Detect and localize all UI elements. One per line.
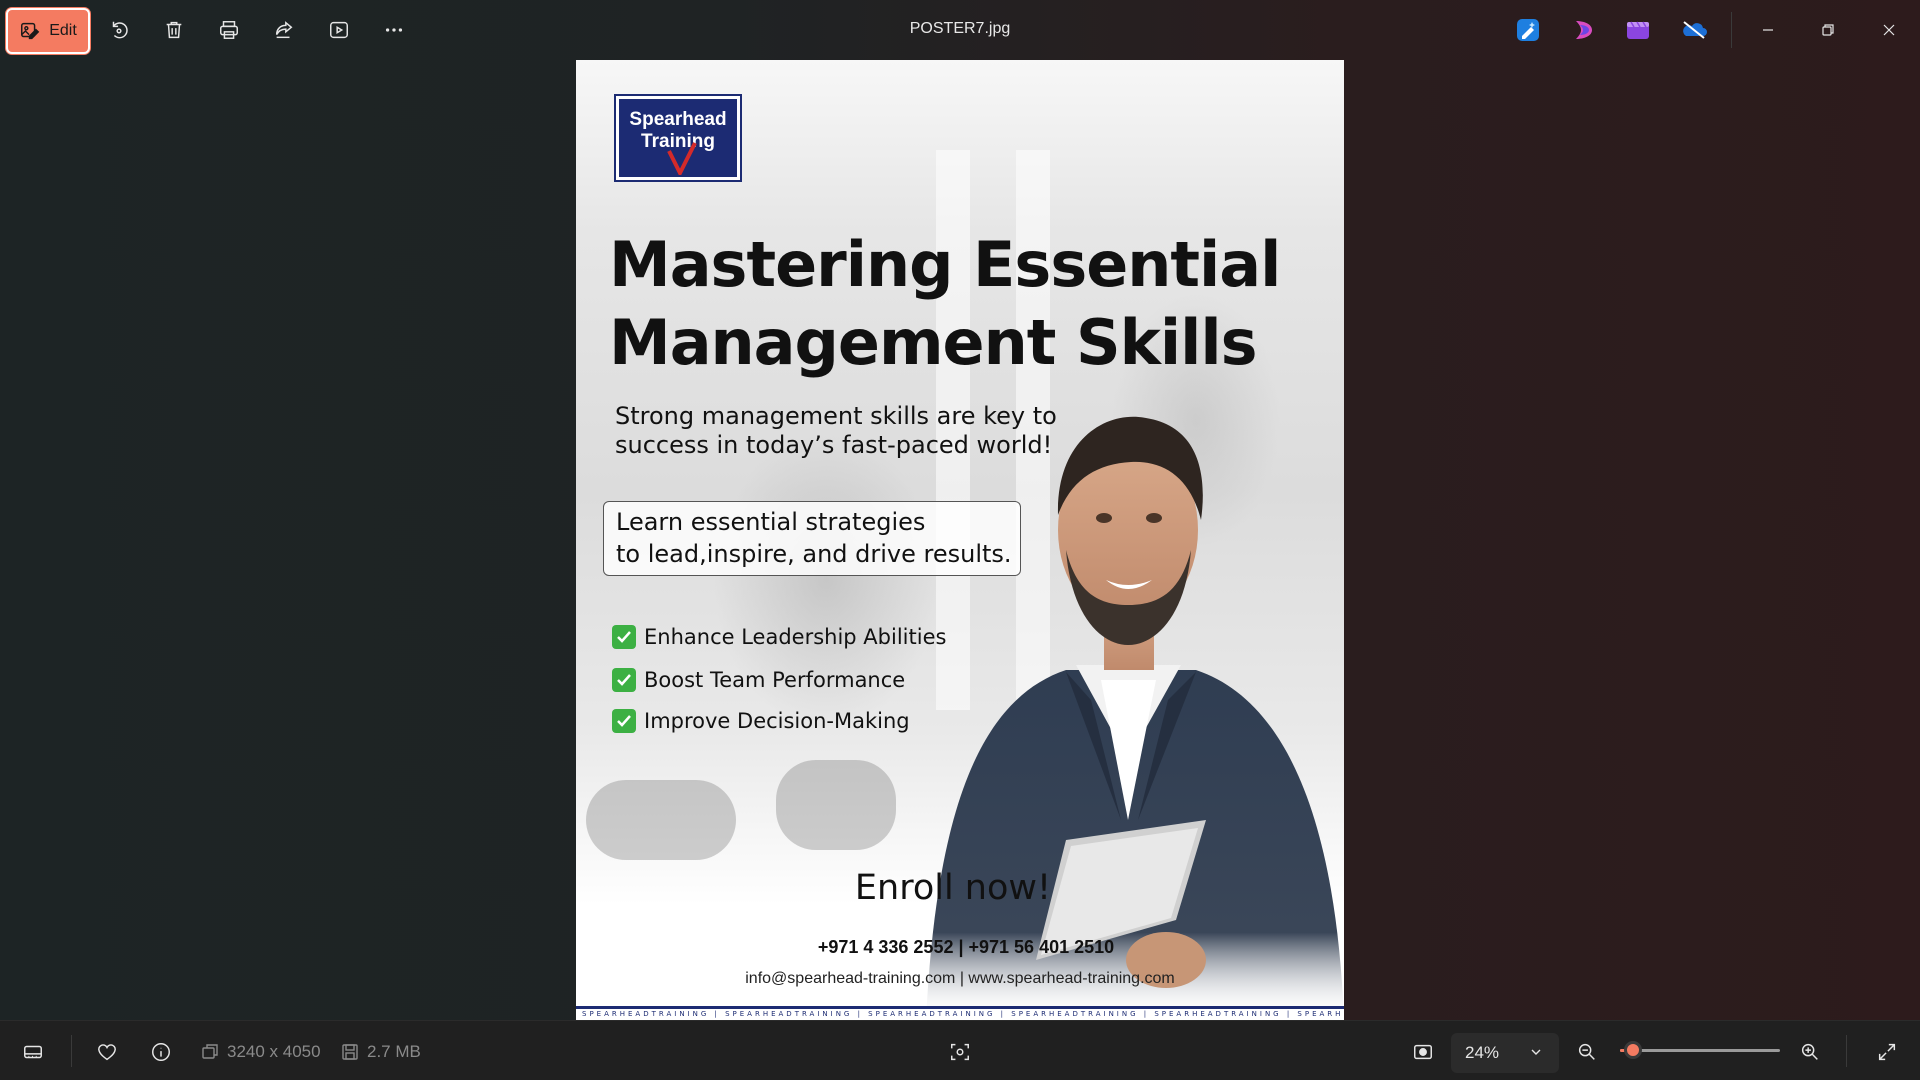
zoom-level-text: 24% xyxy=(1465,1043,1500,1062)
file-info-button[interactable] xyxy=(139,1030,183,1074)
delete-button[interactable] xyxy=(152,8,196,52)
benefit-item: Improve Decision-Making xyxy=(612,706,910,736)
green-check-icon xyxy=(612,709,636,733)
fit-to-window-button[interactable] xyxy=(1401,1030,1445,1074)
image-dimensions: 3240 x 4050 xyxy=(201,1042,321,1062)
background-chair xyxy=(776,760,896,850)
status-separator xyxy=(71,1035,72,1067)
benefit-item: Boost Team Performance xyxy=(612,665,905,695)
visual-search-icon xyxy=(951,1043,969,1061)
benefit-text: Enhance Leadership Abilities xyxy=(644,625,947,649)
restore-button[interactable] xyxy=(1805,8,1851,52)
photos-ai-icon xyxy=(1517,19,1539,41)
minimize-icon xyxy=(1763,29,1773,31)
businessman-photo xyxy=(926,416,1344,1020)
visual-search-button[interactable] xyxy=(938,1030,982,1074)
full-screen-button[interactable] xyxy=(1865,1030,1909,1074)
clipchamp-button[interactable] xyxy=(1570,16,1598,44)
zoom-level-dropdown[interactable]: 24% xyxy=(1451,1033,1559,1073)
zoom-out-button[interactable] xyxy=(1565,1030,1609,1074)
more-icon xyxy=(385,28,403,32)
edit-label: Edit xyxy=(49,22,77,39)
zoom-slider-thumb[interactable] xyxy=(1623,1041,1642,1059)
zoom-in-icon xyxy=(1801,1043,1818,1060)
enroll-cta: Enroll now! xyxy=(854,868,1052,908)
info-icon xyxy=(152,1043,170,1061)
status-separator xyxy=(1846,1035,1847,1067)
video-editor-button[interactable] xyxy=(1624,16,1652,44)
zoom-out-icon xyxy=(1578,1043,1595,1060)
edit-image-icon xyxy=(21,22,40,40)
company-logo: Spearhead Training xyxy=(614,94,742,182)
headline-line1: Mastering Essential xyxy=(609,228,1281,301)
minimize-button[interactable] xyxy=(1745,8,1791,52)
expand-icon xyxy=(1878,1043,1896,1061)
rotate-button[interactable] xyxy=(97,8,141,52)
footer-band: SPEARHEADTRAINING | SPEARHEADTRAINING | … xyxy=(576,1006,1344,1020)
video-editor-icon xyxy=(1627,21,1649,39)
benefit-text: Boost Team Performance xyxy=(644,668,906,692)
poster-image[interactable]: Spearhead Training Mastering Essential M… xyxy=(576,60,1344,1020)
filmstrip-button[interactable] xyxy=(11,1030,55,1074)
top-toolbar: Edit POSTER7.jpg xyxy=(0,0,1920,60)
save-disk-icon xyxy=(342,1044,358,1060)
onedrive-button[interactable] xyxy=(1680,16,1708,44)
close-icon xyxy=(1883,24,1895,36)
logo-checkmark-icon xyxy=(667,142,697,175)
phone-numbers: +971 4 336 2552 | +971 56 401 2510 xyxy=(817,937,1115,957)
benefit-text: Improve Decision-Making xyxy=(644,709,910,733)
slideshow-icon xyxy=(330,21,348,39)
dimensions-icon xyxy=(202,1044,218,1059)
filmstrip-icon xyxy=(24,1045,42,1059)
toolbar-divider xyxy=(1731,12,1732,48)
zoom-in-button[interactable] xyxy=(1788,1030,1832,1074)
green-check-icon xyxy=(612,625,636,649)
photos-ai-button[interactable] xyxy=(1514,16,1542,44)
print-icon xyxy=(220,21,238,39)
close-button[interactable] xyxy=(1866,8,1912,52)
file-size: 2.7 MB xyxy=(341,1042,421,1062)
favorite-button[interactable] xyxy=(85,1030,129,1074)
headline-line2: Management Skills xyxy=(609,306,1258,379)
benefit-item: Enhance Leadership Abilities xyxy=(612,622,946,652)
heart-icon xyxy=(98,1044,116,1061)
file-size-text: 2.7 MB xyxy=(367,1042,421,1061)
green-check-icon xyxy=(612,668,636,692)
more-options-button[interactable] xyxy=(372,8,416,52)
slideshow-button[interactable] xyxy=(317,8,361,52)
dimensions-text: 3240 x 4050 xyxy=(227,1042,321,1061)
zoom-slider[interactable] xyxy=(1620,1041,1780,1059)
logo-text-line1: Spearhead xyxy=(629,109,727,130)
print-button[interactable] xyxy=(207,8,251,52)
clipchamp-icon xyxy=(1576,21,1592,39)
edit-button[interactable]: Edit xyxy=(6,8,90,54)
share-icon xyxy=(275,21,293,39)
share-button[interactable] xyxy=(262,8,306,52)
restore-icon xyxy=(1822,24,1834,36)
fit-screen-icon xyxy=(1414,1044,1432,1060)
delete-icon xyxy=(166,21,182,39)
contact-info: info@spearhead-training.com | www.spearh… xyxy=(745,970,1175,987)
rotate-icon xyxy=(112,21,128,39)
background-chair xyxy=(586,780,736,860)
poster-headline: Mastering Essential Management Skills xyxy=(609,226,1329,382)
chevron-down-icon xyxy=(1531,1049,1541,1055)
onedrive-icon xyxy=(1683,21,1707,39)
